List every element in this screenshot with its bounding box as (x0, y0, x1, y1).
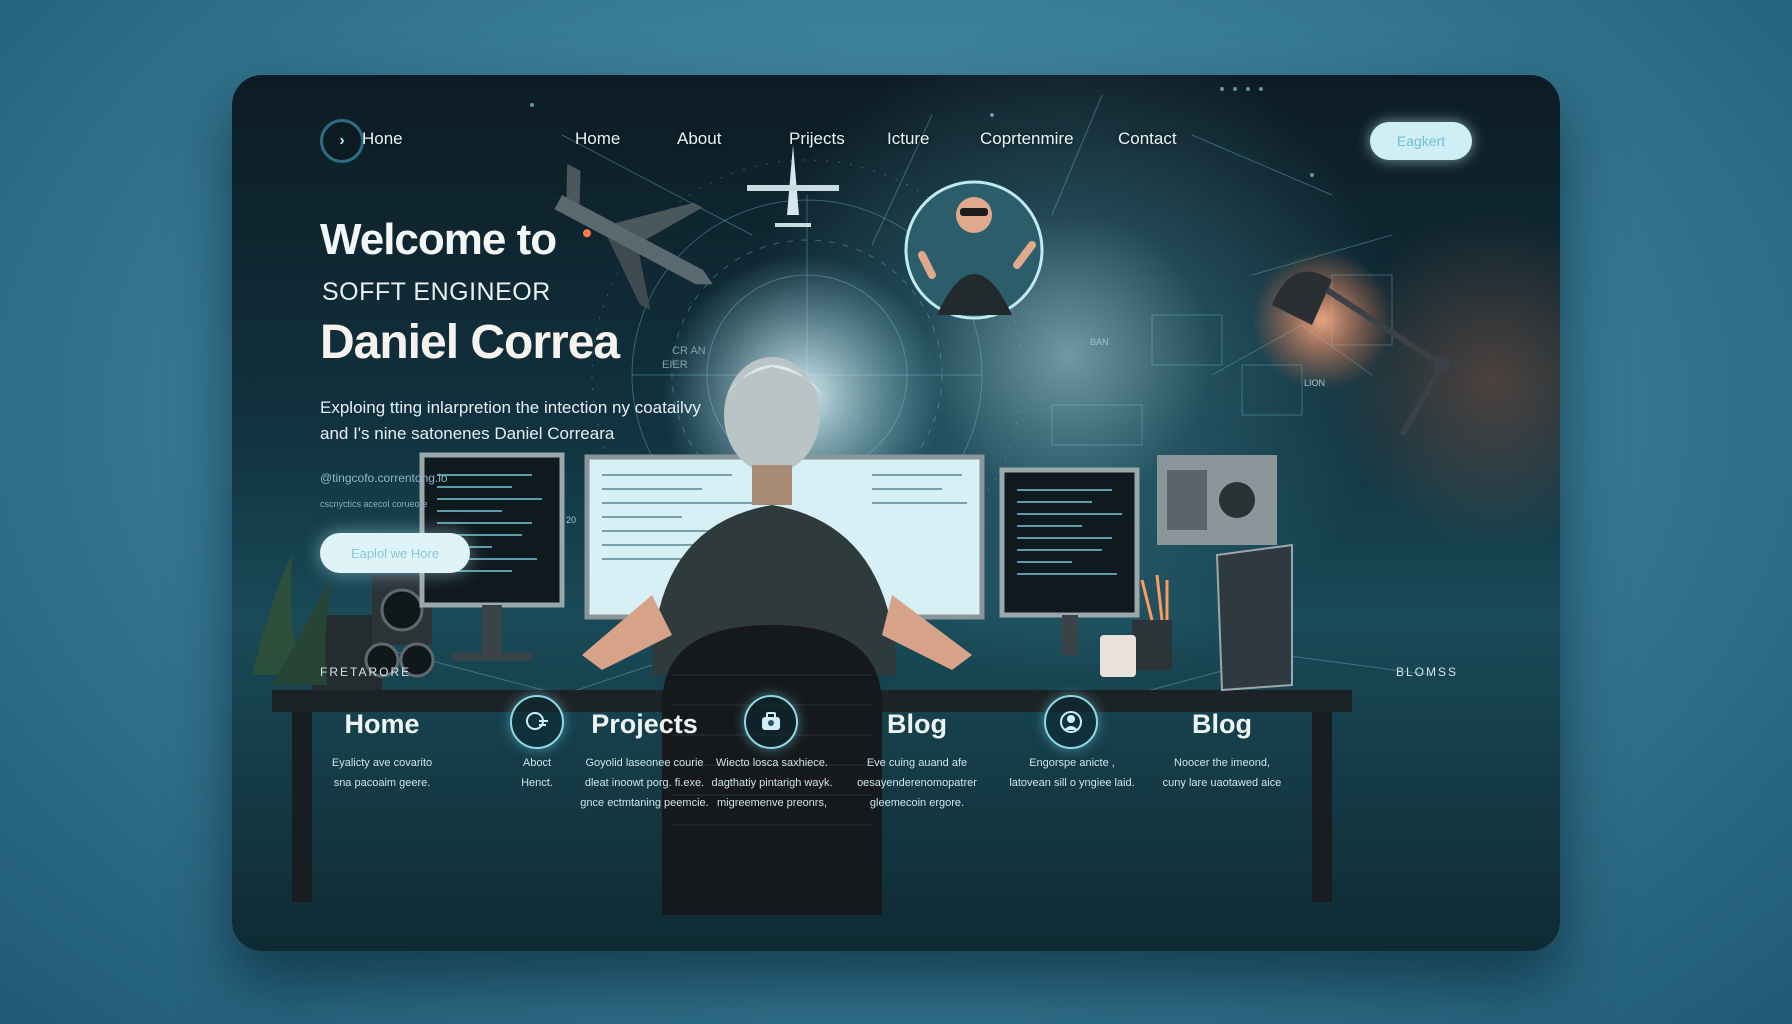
nav-menu-button[interactable]: › (320, 119, 364, 163)
feature-desc-blog-2: Noocer the imeond, cuny lare uaotawed ai… (1147, 753, 1297, 793)
hero-name: Daniel Correa (320, 316, 620, 369)
feature-desc-line: Eyalicty ave covarito (331, 757, 433, 769)
feature-desc-user: Engorspe anicte , latovean sill o yngiee… (997, 753, 1147, 793)
footer-right-label: BLOMSS (1396, 665, 1459, 679)
chat-bubble-icon (526, 712, 548, 730)
feature-title-projects[interactable]: Projects (552, 709, 737, 740)
feature-desc-line: Eve cuing auand afe (866, 757, 968, 769)
nav-link-home[interactable]: Home (575, 129, 620, 149)
feature-desc-blog: Eve cuing auand afe oesayenderenomopatre… (837, 753, 997, 813)
feature-desc-line: sna pacoaim geere. (333, 777, 431, 789)
hero-welcome: Welcome to (320, 215, 557, 264)
hero-role: SOFFT ENGINEOR (322, 278, 551, 306)
scene-label-20: 20 (566, 515, 577, 525)
nav-link-icture[interactable]: Icture (887, 129, 930, 149)
feature-desc-line: Engorspe anicte , (1029, 757, 1115, 769)
chevron-right-icon: › (339, 132, 345, 149)
feature-desc-line: latovean sill o yngiee laid. (1009, 777, 1135, 789)
hero-description-line-1: Exploing tting inlarpretion the intectio… (320, 398, 701, 417)
feature-desc-home: Eyalicty ave covarito sna pacoaim geere. (292, 753, 472, 793)
feature-title-home[interactable]: Home (312, 709, 452, 740)
scene-label-eier: EIER (662, 359, 688, 371)
footer-left-label: FRETARORE (320, 665, 412, 679)
feature-title-blog[interactable]: Blog (862, 709, 972, 740)
hero-description: Exploing tting inlarpretion the intectio… (320, 395, 760, 447)
scene-label-ban: BAN (1090, 337, 1109, 347)
toolbox-icon (762, 712, 780, 730)
nav-link-contact[interactable]: Contact (1118, 129, 1177, 149)
user-circle-icon (1060, 711, 1082, 733)
feature-desc-line: migreemenve preonrs, (716, 797, 828, 809)
nav-link-projects[interactable]: Prijects (789, 129, 845, 149)
hero-handle: @tingcofo.correntong.io (320, 471, 448, 485)
hero-description-line-2: and I's nine satonenes Daniel Correara (320, 424, 615, 443)
nav-link-coprtenmire[interactable]: Coprtenmire (980, 129, 1074, 149)
nav-link-hone[interactable]: Hone (362, 129, 403, 149)
feature-desc-line: gleemecoin ergore. (869, 797, 965, 809)
hud-background (331, 87, 1433, 696)
scene-label-cran: CR AN (672, 345, 706, 357)
feature-desc-line: Wiecto losca saxhiece. (716, 757, 828, 769)
hero-explore-button[interactable]: Eaplol we Hore (320, 533, 470, 573)
feature-desc-line: cuny lare uaotawed aice (1162, 777, 1282, 789)
feature-desc-toolbox: Wiecto losca saxhiece. dagthatiy pintari… (697, 753, 847, 813)
user-feature-icon[interactable] (1044, 695, 1098, 749)
portfolio-window: LION BAN CR AN EIER 20 › Hone Home About… (232, 75, 1560, 951)
toolbox-feature-icon[interactable] (744, 695, 798, 749)
hero-tags: cscnyctics acecol corueore (320, 499, 428, 509)
nav-link-about[interactable]: About (677, 129, 721, 149)
nav-cta-button[interactable]: Eagkert (1370, 122, 1472, 160)
scene-label-lion: LION (1304, 378, 1326, 388)
feature-desc-line: dagthatiy pintarigh wayk. (711, 777, 833, 789)
feature-title-blog-2[interactable]: Blog (1167, 709, 1277, 740)
feature-desc-line: oesayenderenomopatrer (857, 777, 977, 789)
feature-desc-line: Noocer the imeond, (1174, 757, 1270, 769)
